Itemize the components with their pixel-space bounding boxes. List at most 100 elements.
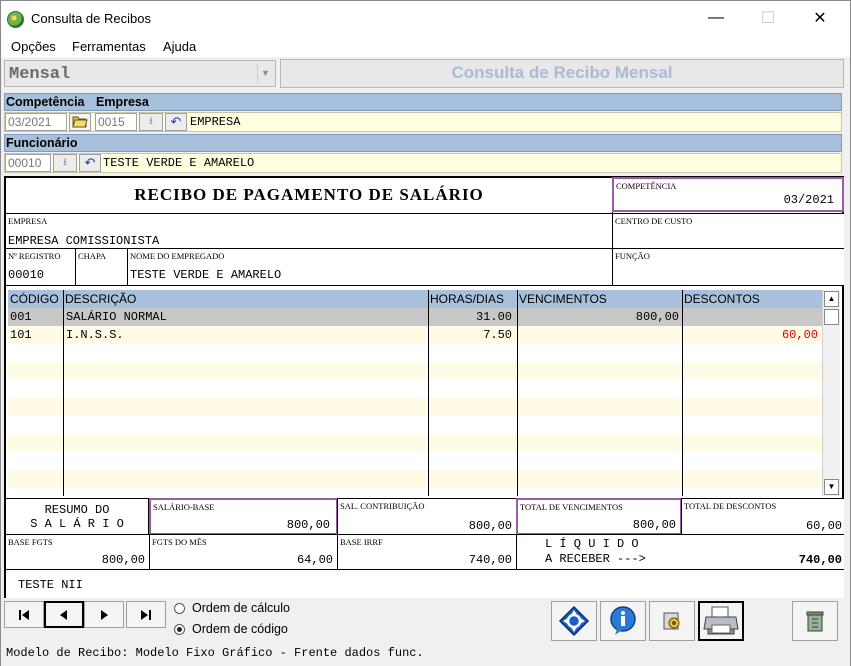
menu-ajuda[interactable]: Ajuda — [163, 39, 196, 54]
liquido-cell: L Í Q U I D O A RECEBER ---> 740,00 — [516, 534, 844, 570]
grid-divider — [517, 290, 518, 496]
empresa-code-input[interactable]: 0015 — [95, 113, 137, 131]
printer-icon[interactable] — [698, 601, 744, 641]
base-fgts-value: 800,00 — [101, 553, 145, 567]
settings-document-icon[interactable] — [649, 601, 695, 641]
resumo-line-2: S A L Á R I O — [30, 517, 124, 531]
grid-divider — [63, 290, 64, 496]
header-panel: Consulta de Recibo Mensal — [280, 59, 844, 88]
undo-icon[interactable]: ↶ — [79, 154, 101, 172]
registro-cell: Nº REGISTRO 00010 — [6, 248, 76, 286]
next-record-button[interactable] — [84, 601, 124, 628]
recycle-bin-icon[interactable] — [792, 601, 838, 641]
order-codigo-radio[interactable] — [174, 624, 185, 635]
page-title: Consulta de Recibo Mensal — [451, 63, 673, 82]
total-descontos-value: 60,00 — [805, 519, 842, 533]
total-descontos-label: TOTAL DE DESCONTOS — [684, 501, 777, 511]
liquido-line-2: A RECEBER ---> — [545, 552, 646, 566]
download-icon[interactable]: ⭳ — [53, 154, 77, 172]
table-row-empty — [8, 398, 823, 416]
close-button[interactable]: ✕ — [797, 3, 843, 33]
window-title: Consulta de Recibos — [31, 11, 151, 26]
salario-base-cell: SALÁRIO-BASE 800,00 — [149, 498, 338, 535]
nome-cell: NOME DO EMPREGADO TESTE VERDE E AMARELO — [127, 248, 613, 286]
resumo-line-1: RESUMO DO — [44, 503, 110, 517]
order-calculo-label[interactable]: Ordem de cálculo — [192, 601, 290, 615]
row-descricao: SALÁRIO NORMAL — [66, 310, 167, 324]
fgts-mes-cell: FGTS DO MÊS 64,00 — [149, 534, 338, 570]
table-row[interactable]: 101 I.N.S.S. 7.50 60,00 — [8, 326, 823, 344]
period-select[interactable]: Mensal ▼ — [4, 60, 276, 87]
empresa-label: EMPRESA — [8, 216, 48, 226]
competencia-label: COMPETÊNCIA — [616, 181, 677, 191]
title-bar: Consulta de Recibos — ☐ ✕ — [1, 1, 850, 35]
salario-base-label: SALÁRIO-BASE — [153, 502, 215, 512]
competencia-cell: COMPETÊNCIA 03/2021 — [612, 177, 844, 212]
filter-header-2: Funcionário — [4, 134, 842, 152]
download-icon[interactable]: ⭳ — [139, 113, 163, 131]
previous-record-button[interactable] — [44, 601, 84, 628]
grid-scrollbar[interactable]: ▲ ▼ — [822, 290, 840, 496]
total-vencimentos-cell: TOTAL DE VENCIMENTOS 800,00 — [516, 498, 682, 535]
base-fgts-cell: BASE FGTS 800,00 — [6, 534, 150, 570]
sal-contribuicao-cell: SAL. CONTRIBUIÇÃO 800,00 — [337, 498, 517, 535]
first-record-button[interactable] — [4, 601, 44, 628]
chapa-label: CHAPA — [78, 251, 107, 261]
table-row[interactable]: 001 SALÁRIO NORMAL 31.00 800,00 — [8, 308, 823, 326]
empresa-label: Empresa — [96, 95, 149, 109]
fgts-mes-value: 64,00 — [296, 553, 333, 567]
row-horas: 7.50 — [483, 328, 512, 342]
scroll-down-arrow-icon[interactable]: ▼ — [824, 479, 839, 495]
scroll-up-arrow-icon[interactable]: ▲ — [824, 291, 839, 307]
receipt-title: RECIBO DE PAGAMENTO DE SALÁRIO — [134, 185, 484, 204]
resumo-cell: RESUMO DO S A L Á R I O — [6, 498, 149, 535]
competencia-label: Competência — [6, 95, 85, 109]
empresa-name: EMPRESA — [190, 115, 241, 129]
filter-row-1: 03/2021 0015 ⭳ ↶ EMPRESA — [4, 112, 842, 132]
note-cell: TESTE NII — [6, 569, 844, 598]
app-icon — [7, 11, 24, 28]
maximize-button[interactable]: ☐ — [745, 3, 791, 33]
menu-ferramentas[interactable]: Ferramentas — [72, 39, 146, 54]
base-irrf-value: 740,00 — [468, 553, 512, 567]
col-descontos: DESCONTOS — [684, 292, 760, 306]
empresa-cell: EMPRESA EMPRESA COMISSIONISTA — [6, 213, 613, 249]
order-calculo-radio[interactable] — [174, 603, 185, 614]
row-horas: 31.00 — [475, 310, 512, 324]
items-grid: CÓDIGO DESCRIÇÃO HORAS/DIAS VENCIMENTOS … — [8, 290, 823, 496]
funcionario-code-input[interactable]: 00010 — [5, 154, 51, 172]
grid-divider — [428, 290, 429, 496]
table-row-empty — [8, 416, 823, 434]
liquido-line-1: L Í Q U I D O — [545, 537, 639, 551]
last-record-button[interactable] — [126, 601, 166, 628]
note-text: TESTE NII — [18, 578, 83, 592]
col-horas: HORAS/DIAS — [430, 292, 505, 306]
total-vencimentos-label: TOTAL DE VENCIMENTOS — [520, 502, 623, 512]
bottom-bar: Ordem de cálculo Ordem de código Modelo … — [1, 598, 850, 666]
minimize-button[interactable]: — — [693, 3, 739, 33]
chevron-down-icon[interactable]: ▼ — [257, 64, 273, 83]
table-row-empty — [8, 362, 823, 380]
nome-label: NOME DO EMPREGADO — [130, 251, 225, 261]
table-row-empty — [8, 380, 823, 398]
scroll-thumb[interactable] — [824, 309, 839, 325]
folder-open-icon[interactable] — [69, 113, 91, 131]
base-fgts-label: BASE FGTS — [8, 537, 53, 547]
navigate-icon[interactable] — [551, 601, 597, 641]
row-descricao: I.N.S.S. — [66, 328, 124, 342]
table-row-empty — [8, 452, 823, 470]
fgts-mes-label: FGTS DO MÊS — [152, 537, 207, 547]
table-row-empty — [8, 470, 823, 488]
competencia-input[interactable]: 03/2021 — [5, 113, 67, 131]
info-icon[interactable] — [600, 601, 646, 641]
menu-bar: Opções Ferramentas Ajuda — [1, 35, 850, 57]
receipt-panel: RECIBO DE PAGAMENTO DE SALÁRIO COMPETÊNC… — [4, 176, 844, 598]
registro-label: Nº REGISTRO — [8, 251, 61, 261]
menu-opcoes[interactable]: Opções — [11, 39, 56, 54]
order-codigo-label[interactable]: Ordem de código — [192, 622, 288, 636]
chapa-cell: CHAPA — [75, 248, 128, 286]
undo-icon[interactable]: ↶ — [165, 113, 187, 131]
base-irrf-cell: BASE IRRF 740,00 — [337, 534, 517, 570]
funcionario-name: TESTE VERDE E AMARELO — [103, 156, 255, 170]
funcionario-label: Funcionário — [6, 136, 78, 150]
